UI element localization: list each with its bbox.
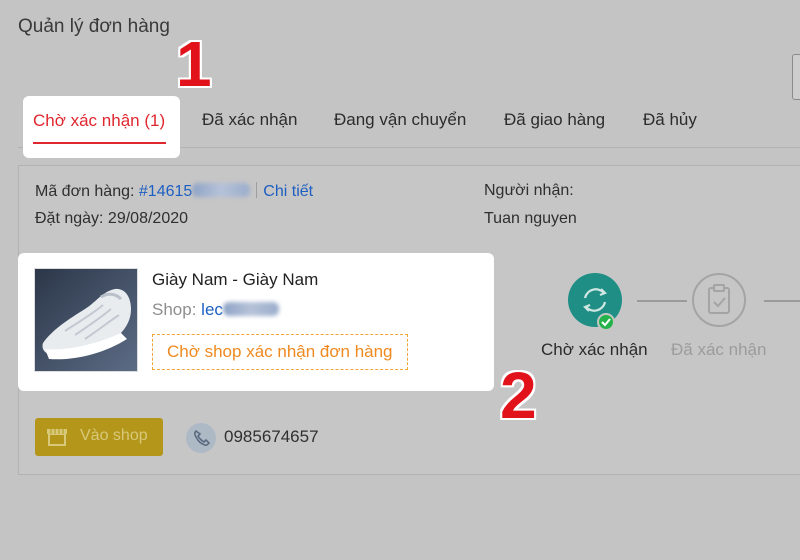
tab-dang-van-chuyen[interactable]: Đang vận chuyển bbox=[334, 110, 466, 130]
redacted-order-code bbox=[192, 183, 251, 197]
step-label-pending: Đã xác nhận bbox=[671, 340, 767, 359]
step-label-current: Chờ xác nhận bbox=[541, 340, 648, 359]
tab-da-huy[interactable]: Đã hủy bbox=[643, 110, 697, 130]
redacted-shop-name bbox=[222, 302, 279, 316]
order-code-row: Mã đơn hàng: #14615 Chi tiết bbox=[35, 182, 313, 201]
step-pending-circle bbox=[692, 273, 746, 327]
order-detail-link[interactable]: Chi tiết bbox=[263, 183, 313, 200]
product-panel: Giày Nam - Giày Nam Shop: lec Chờ shop x… bbox=[18, 253, 494, 391]
recipient-label: Người nhận: bbox=[484, 182, 574, 199]
order-code[interactable]: #14615 bbox=[138, 183, 251, 200]
top-right-control[interactable] bbox=[792, 54, 800, 100]
order-date: Đặt ngày: 29/08/2020 bbox=[35, 210, 189, 227]
callout-number-1: 1 bbox=[176, 28, 212, 100]
clipboard-check-icon bbox=[708, 284, 730, 314]
order-code-label: Mã đơn hàng: bbox=[35, 183, 135, 200]
sneaker-product-image[interactable] bbox=[34, 268, 138, 372]
callout-number-2: 2 bbox=[500, 358, 537, 432]
shop-name-prefix: lec bbox=[201, 300, 223, 319]
product-name[interactable]: Giày Nam - Giày Nam bbox=[152, 270, 318, 290]
storefront-icon bbox=[47, 429, 67, 446]
tab-da-giao-hang[interactable]: Đã giao hàng bbox=[504, 110, 605, 130]
visit-shop-label: Vào shop bbox=[80, 427, 148, 444]
status-chip: Chờ shop xác nhận đơn hàng bbox=[152, 334, 408, 370]
tab-cho-xac-nhan[interactable]: Chờ xác nhận (1) bbox=[23, 96, 180, 158]
order-status-tabs: Chờ xác nhận (1) Đã xác nhận Đang vận ch… bbox=[18, 96, 800, 158]
active-tab-underline bbox=[33, 142, 166, 144]
shop-label: Shop: bbox=[152, 300, 197, 319]
phone-number[interactable]: 0985674657 bbox=[224, 427, 319, 447]
shop-line: Shop: lec bbox=[152, 300, 279, 320]
visit-shop-button[interactable]: Vào shop bbox=[35, 418, 163, 456]
tab-da-xac-nhan[interactable]: Đã xác nhận bbox=[202, 110, 297, 130]
recipient-name: Tuan nguyen bbox=[484, 210, 577, 227]
tracker-connector bbox=[764, 300, 800, 302]
shop-name-link[interactable]: lec bbox=[201, 300, 279, 319]
phone-icon[interactable] bbox=[186, 423, 216, 453]
tab-label: Chờ xác nhận (1) bbox=[33, 111, 166, 130]
page-title: Quản lý đơn hàng bbox=[18, 16, 170, 37]
check-icon bbox=[597, 313, 615, 331]
order-code-prefix: #14615 bbox=[138, 183, 193, 200]
divider bbox=[256, 182, 258, 198]
tracker-connector bbox=[637, 300, 687, 302]
